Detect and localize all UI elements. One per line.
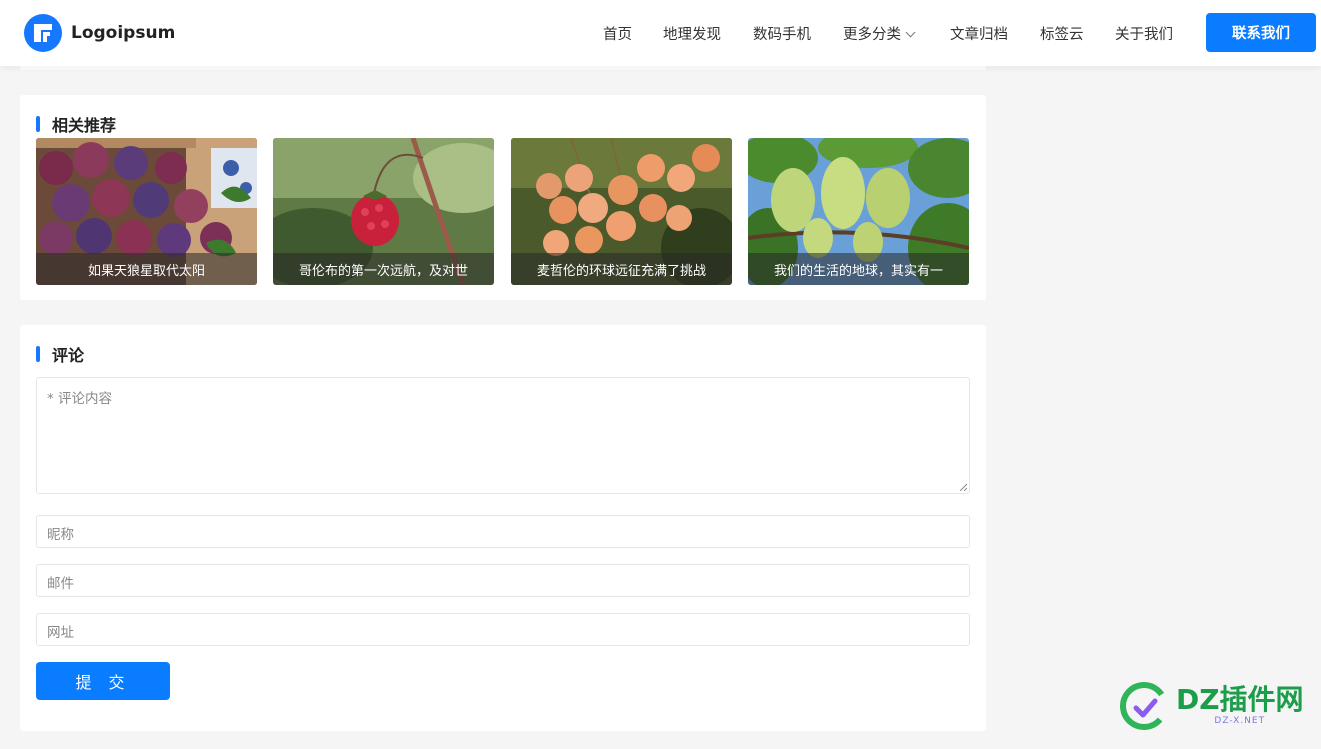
email-placeholder: 邮件 [47,576,74,592]
related-item-caption: 我们的生活的地球，其实有一 [748,253,969,285]
nav-item-digital[interactable]: 数码手机 [753,23,811,44]
nav-item-archive[interactable]: 文章归档 [950,23,1008,44]
nav-item-home[interactable]: 首页 [603,23,632,44]
related-item-caption: 麦哲伦的环球远征充满了挑战 [511,253,732,285]
submit-button[interactable]: 提 交 [36,662,170,700]
title-accent-bar [36,346,40,362]
related-item-caption: 如果天狼星取代太阳 [36,253,257,285]
comment-content-placeholder: * 评论内容 [47,391,113,407]
website-input[interactable]: 网址 [36,613,970,646]
resize-handle-icon[interactable] [959,483,967,491]
contact-button[interactable]: 联系我们 [1206,13,1316,52]
logo-icon [24,14,62,52]
related-item-caption: 哥伦布的第一次远航，及对世 [273,253,494,285]
related-item[interactable]: 如果天狼星取代太阳 [36,138,257,285]
related-title: 相关推荐 [36,112,116,136]
nav-item-about[interactable]: 关于我们 [1115,23,1173,44]
nav-item-tags[interactable]: 标签云 [1040,23,1084,44]
watermark-text: DZ插件网 DZ-X.NET [1176,685,1304,727]
related-card: 相关推荐 如果天狼星取代太阳 哥伦布的第一次远航，及对世 麦哲伦的环球远征充满了… [20,95,986,300]
watermark-main: DZ插件网 [1176,683,1304,716]
comment-content-textarea[interactable]: * 评论内容 [36,377,970,494]
comments-title: 评论 [36,342,84,366]
email-input[interactable]: 邮件 [36,564,970,597]
related-item[interactable]: 麦哲伦的环球远征充满了挑战 [511,138,732,285]
nav-item-more-label: 更多分类 [843,27,901,43]
website-placeholder: 网址 [47,625,74,641]
site-header: Logoipsum 首页 地理发现 数码手机 更多分类 文章归档 标签云 关于我… [0,0,1321,66]
comments-title-text: 评论 [52,346,85,365]
title-accent-bar [36,116,40,132]
nickname-input[interactable]: 昵称 [36,515,970,548]
related-item[interactable]: 哥伦布的第一次远航，及对世 [273,138,494,285]
nav-item-more[interactable]: 更多分类 [843,23,916,44]
chevron-down-icon [905,27,916,38]
nickname-placeholder: 昵称 [47,527,74,543]
related-item[interactable]: 我们的生活的地球，其实有一 [748,138,969,285]
related-title-text: 相关推荐 [52,116,117,135]
dz-logo-icon [1120,682,1168,730]
logo-text: Logoipsum [71,23,176,43]
comments-card: 评论 * 评论内容 昵称 邮件 网址 提 交 [20,325,986,731]
watermark-sub: DZ-X.NET [1214,716,1266,726]
logo[interactable]: Logoipsum [24,14,175,52]
watermark: DZ插件网 DZ-X.NET [1118,680,1304,732]
nav-item-geography[interactable]: 地理发现 [663,23,721,44]
